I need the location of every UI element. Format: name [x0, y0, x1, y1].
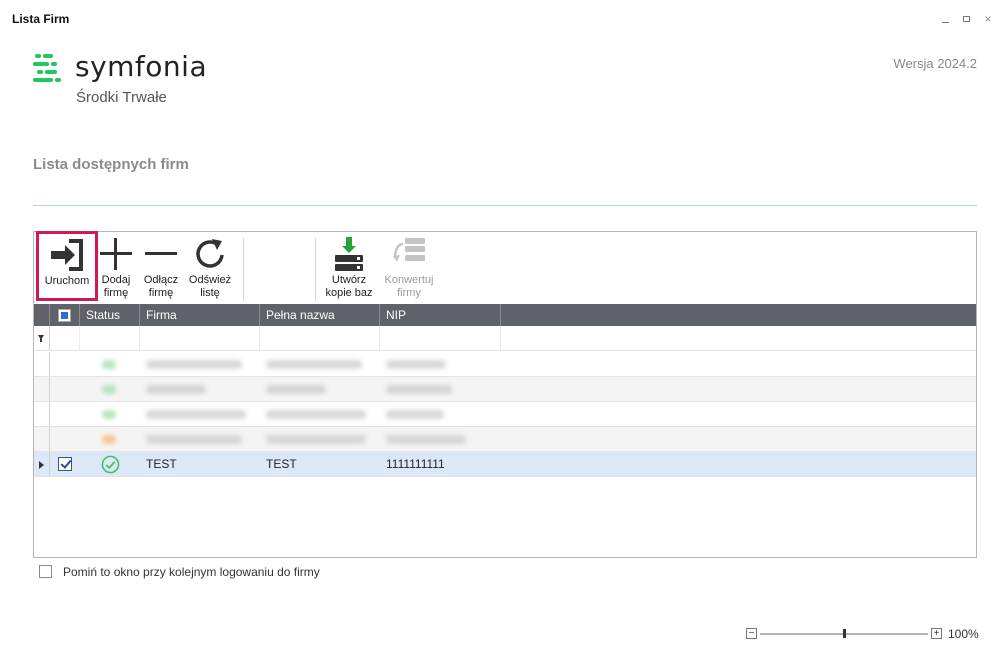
table-row[interactable]: TEST TEST 1111111111: [34, 452, 976, 477]
table-row-redacted[interactable]: [34, 352, 976, 377]
refresh-list-button[interactable]: Odśwież listę: [184, 236, 236, 302]
create-backup-label: Utwórz kopie baz: [325, 274, 373, 299]
login-arrow-icon: [51, 239, 83, 271]
detach-company-label: Odłącz firmę: [143, 274, 179, 299]
detach-company-button[interactable]: Odłącz firmę: [138, 236, 184, 302]
cell-firma: TEST: [146, 457, 177, 471]
convert-companies-button[interactable]: Konwertuj firmy: [380, 236, 438, 302]
toolbar-separator: [243, 238, 244, 302]
redacted-text: [386, 435, 466, 444]
status-ok-icon: [101, 455, 120, 474]
toolbar: Uruchom Dodaj firmę Odłącz firmę Odśwież…: [34, 231, 976, 304]
redacted-status: [102, 385, 116, 394]
zoom-control: − + 100%: [744, 626, 984, 642]
filter-cell-firma[interactable]: [140, 326, 260, 350]
redacted-text: [266, 410, 366, 419]
redacted-status: [102, 435, 116, 444]
title-bar: Lista Firm ×: [0, 0, 1007, 36]
row-indicator: [34, 352, 50, 376]
section-title: Lista dostępnych firm: [33, 156, 189, 173]
row-indicator: [34, 377, 50, 401]
filter-cell-pelna-nazwa[interactable]: [260, 326, 380, 350]
redacted-text: [266, 360, 362, 369]
symfonia-logo-icon: [33, 54, 61, 82]
database-convert-icon: [393, 238, 425, 262]
current-row-arrow-icon: [39, 461, 44, 469]
column-header-pelna-nazwa[interactable]: Pełna nazwa: [260, 304, 380, 326]
minimize-icon[interactable]: [940, 13, 952, 25]
convert-companies-label: Konwertuj firmy: [384, 274, 434, 299]
row-indicator: [34, 402, 50, 426]
table-row-redacted[interactable]: [34, 427, 976, 452]
redacted-text: [386, 410, 444, 419]
add-company-button[interactable]: Dodaj firmę: [98, 236, 134, 302]
filter-row-indicator: [34, 326, 50, 350]
filter-row: [34, 326, 976, 351]
zoom-slider-thumb[interactable]: [843, 629, 846, 638]
zoom-out-button[interactable]: −: [746, 628, 757, 639]
redacted-text: [386, 385, 452, 394]
cell-pelna-nazwa: TEST: [266, 457, 297, 471]
row-checkbox[interactable]: [58, 457, 72, 471]
table-row-redacted[interactable]: [34, 377, 976, 402]
add-company-label: Dodaj firmę: [101, 274, 131, 299]
cell-nip: 1111111111: [386, 457, 445, 471]
redacted-text: [146, 435, 242, 444]
refresh-list-label: Odśwież listę: [188, 274, 232, 299]
run-button-label: Uruchom: [44, 275, 90, 287]
logo-wordmark: symfonia: [75, 50, 208, 83]
section-divider: [33, 205, 977, 206]
toolbar-separator: [315, 238, 316, 302]
column-header-nip[interactable]: NIP: [380, 304, 501, 326]
select-all-checkbox[interactable]: [58, 309, 71, 322]
column-header-firma[interactable]: Firma: [140, 304, 260, 326]
redacted-text: [146, 360, 242, 369]
plus-icon: [100, 238, 132, 270]
redacted-status: [102, 410, 116, 419]
row-indicator: [34, 452, 50, 476]
redacted-text: [386, 360, 446, 369]
table-row-redacted[interactable]: [34, 402, 976, 427]
redacted-text: [266, 385, 326, 394]
zoom-level: 100%: [948, 627, 979, 641]
product-name: Środki Trwałe: [76, 89, 167, 106]
redacted-status: [102, 360, 116, 369]
redacted-text: [146, 385, 206, 394]
database-download-icon: [335, 237, 363, 271]
grid-header: Status Firma Pełna nazwa NIP: [34, 304, 976, 326]
window-title: Lista Firm: [12, 12, 70, 26]
filter-cell: [50, 326, 80, 350]
version-label: Wersja 2024.2: [893, 56, 977, 71]
zoom-in-button[interactable]: +: [931, 628, 942, 639]
redacted-text: [266, 435, 366, 444]
row-indicator: [34, 427, 50, 451]
minus-icon: [145, 252, 177, 255]
skip-window-label[interactable]: Pomiń to okno przy kolejnym logowaniu do…: [63, 565, 320, 579]
filter-cell-status[interactable]: [80, 326, 140, 350]
maximize-icon[interactable]: [961, 13, 973, 25]
close-icon[interactable]: ×: [982, 13, 994, 25]
indicator-column-header: [34, 304, 50, 326]
filter-icon[interactable]: [38, 335, 44, 342]
filter-cell-nip[interactable]: [380, 326, 501, 350]
company-list-panel: Uruchom Dodaj firmę Odłącz firmę Odśwież…: [33, 231, 977, 558]
column-header-status[interactable]: Status: [80, 304, 140, 326]
redacted-text: [146, 410, 246, 419]
run-button[interactable]: Uruchom: [36, 231, 98, 301]
create-backup-button[interactable]: Utwórz kopie baz: [320, 236, 378, 302]
select-all-column-header: [50, 304, 80, 326]
refresh-icon: [196, 239, 224, 268]
skip-window-checkbox[interactable]: [39, 565, 52, 578]
